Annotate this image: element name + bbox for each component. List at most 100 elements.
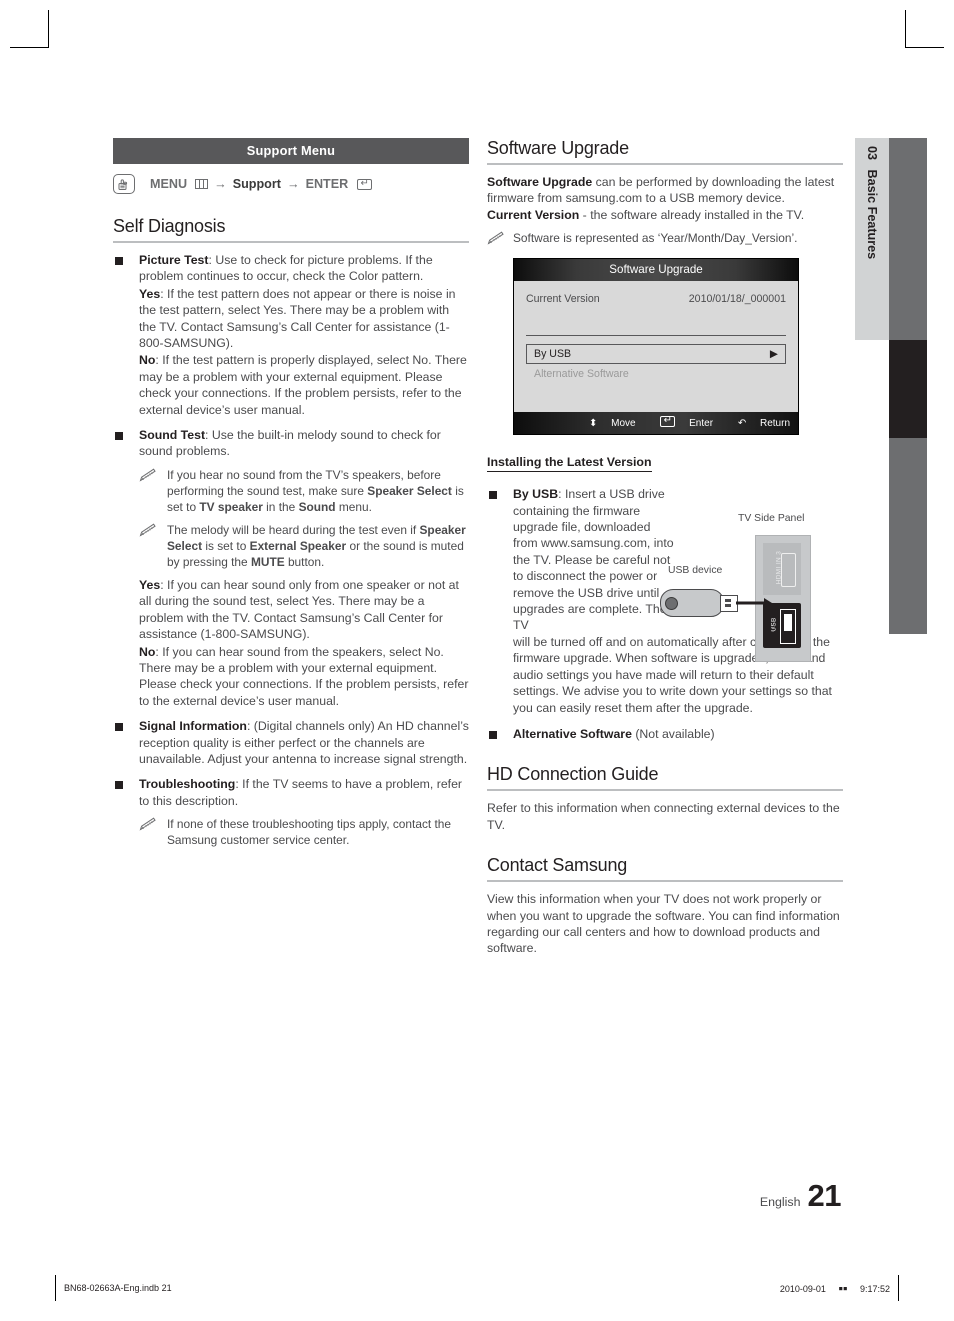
troubleshooting-p1: Troubleshooting: If the TV seems to have…: [139, 777, 463, 808]
print-footer-date: 2010-09-01: [779, 1283, 826, 1294]
chapter-tab: 03 Basic Features: [855, 138, 889, 340]
usb-connection-diagram: TV Side Panel HDMI IN 3 USB ⋮ USB device: [650, 513, 850, 678]
crop-mark-top-left: [48, 10, 49, 48]
pencil-note-icon: [487, 231, 505, 245]
osd-item-by-usb[interactable]: By USB ▶: [526, 344, 786, 365]
picture-test-p1: Picture Test: Use to check for picture p…: [139, 253, 433, 284]
usb-drive-body: [660, 589, 724, 617]
support-label: Support: [232, 177, 281, 191]
tv-side-panel-label: TV Side Panel: [738, 513, 805, 524]
list-item-signal-information: Signal Information: (Digital channels on…: [113, 718, 469, 767]
sound-test-yes: Yes: If you can hear sound only from one…: [139, 577, 459, 642]
list-item-picture-test: Picture Test: Use to check for picture p…: [113, 252, 469, 418]
osd-current-version-row: Current Version 2010/01/18/_000001: [526, 293, 786, 335]
print-footer-marker: ￭￭: [838, 1283, 848, 1294]
print-footer-time: 9:17:52: [859, 1283, 890, 1294]
return-arrow-icon: ↶: [737, 418, 747, 430]
print-footer-file: BN68-02663A-Eng.indb 21: [64, 1283, 172, 1293]
sound-test-no: No: If you can hear sound from the speak…: [139, 644, 469, 708]
remote-button-icon: [113, 174, 135, 194]
chapter-bar-lower: [889, 438, 927, 634]
osd-footer-hints: ⬍ Move Enter ↶ Return: [514, 412, 798, 435]
page-footer: English 21: [759, 1178, 842, 1214]
list-item-troubleshooting: Troubleshooting: If the TV seems to have…: [113, 776, 469, 848]
print-footer-timestamp: 2010-09-01 ￭￭ 9:17:52: [770, 1282, 890, 1295]
osd-software-upgrade-screen: Software Upgrade Current Version 2010/01…: [513, 258, 799, 436]
note-text: The melody will be heard during the test…: [167, 522, 466, 569]
crop-mark-top-right: [905, 10, 906, 48]
heading-rule: [487, 163, 843, 165]
print-footer: BN68-02663A-Eng.indb 21 2010-09-01 ￭￭ 9:…: [55, 1275, 899, 1301]
usb-device-label: USB device: [668, 565, 723, 576]
heading-rule: [487, 789, 843, 792]
manual-page: Support Menu MENU → Support → ENTER Self…: [0, 0, 954, 1321]
hd-connection-text: Refer to this information when connectin…: [487, 801, 840, 832]
heading-rule: [487, 880, 843, 883]
enter-key-icon: [357, 178, 373, 190]
hdmi-port-opening: [781, 553, 796, 587]
signal-information-p1: Signal Information: (Digital channels on…: [139, 719, 469, 766]
usb-port-block: USB ⋮: [763, 603, 801, 648]
osd-body: Current Version 2010/01/18/_000001 By US…: [514, 281, 798, 413]
pencil-note-icon: [139, 523, 157, 537]
osd-current-version-label: Current Version: [526, 293, 600, 306]
enter-label: ENTER: [305, 177, 349, 191]
picture-test-yes: Yes: If the test pattern does not appear…: [139, 286, 456, 351]
support-menu-bar: Support Menu: [113, 138, 469, 164]
page-number: 21: [807, 1178, 842, 1213]
menu-navigation-path: MENU → Support → ENTER: [113, 174, 469, 194]
section-heading-contact-samsung: Contact Samsung: [487, 855, 628, 876]
chapter-title: Basic Features: [865, 169, 879, 260]
list-item-alternative-software: Alternative Software (Not available): [487, 726, 843, 742]
section-heading-self-diagnosis: Self Diagnosis: [113, 216, 226, 236]
insertion-arrow-icon: [736, 598, 772, 608]
pencil-note-icon: [139, 468, 157, 482]
note-text: Software is represented as ‘Year/Month/D…: [513, 231, 798, 246]
chapter-number: 03: [865, 146, 879, 161]
pencil-note-icon: [139, 817, 157, 831]
heading-rule: [113, 241, 469, 243]
menu-grid-icon: [195, 179, 209, 189]
current-version-desc: Current Version - the software already i…: [487, 207, 805, 222]
osd-hint-move: ⬍ Move: [588, 418, 636, 430]
osd-current-version-value: 2010/01/18/_000001: [688, 293, 786, 306]
osd-separator: [526, 335, 786, 337]
usb-drive-cap-hole: [665, 597, 678, 610]
list-item-sound-test: Sound Test: Use the built-in melody soun…: [113, 427, 469, 709]
hdmi-port-block: HDMI IN 3: [763, 543, 801, 595]
crop-mark-right-top: [906, 47, 944, 48]
section-heading-hd-connection-guide: HD Connection Guide: [487, 764, 659, 785]
note-troubleshooting-tips: If none of these troubleshooting tips ap…: [139, 816, 469, 848]
enter-key-icon: [660, 416, 676, 428]
chapter-tab-text: 03 Basic Features: [855, 138, 889, 340]
chevron-right-icon: ▶: [769, 348, 778, 361]
section-heading-software-upgrade: Software Upgrade: [487, 138, 629, 158]
usb-port-opening: [780, 609, 796, 644]
note-melody: The melody will be heard during the test…: [139, 522, 469, 570]
crop-mark-left-top: [10, 47, 48, 48]
sound-test-p1: Sound Test: Use the built-in melody soun…: [139, 428, 441, 459]
usb-trident-icon: ⋮: [769, 624, 777, 633]
subheading-installing-latest-version: Installing the Latest Version: [487, 455, 652, 473]
menu-label: MENU: [150, 177, 188, 191]
picture-test-no: No: If the test pattern is properly disp…: [139, 353, 467, 417]
osd-hint-return: ↶ Return: [737, 418, 790, 430]
note-speaker-select: If you hear no sound from the TV’s speak…: [139, 467, 469, 515]
note-version-format: Software is represented as ‘Year/Month/D…: [487, 230, 843, 246]
language-label: English: [759, 1195, 801, 1209]
alternative-software-text: Alternative Software (Not available): [513, 726, 715, 741]
note-text: If you hear no sound from the TV’s speak…: [167, 467, 464, 514]
osd-title: Software Upgrade: [514, 259, 798, 282]
chapter-bar-upper: [889, 138, 927, 340]
osd-item-by-usb-label: By USB: [534, 348, 572, 361]
osd-hint-enter: Enter: [649, 416, 713, 429]
path-arrow-1: →: [214, 177, 227, 191]
path-arrow-2: →: [286, 177, 300, 191]
contact-samsung-text: View this information when your TV does …: [487, 892, 840, 956]
note-text: If none of these troubleshooting tips ap…: [167, 817, 452, 848]
osd-item-alternative-software[interactable]: Alternative Software: [526, 364, 786, 406]
software-upgrade-intro: Software Upgrade can be performed by dow…: [487, 175, 835, 206]
chapter-bar-active: [889, 340, 927, 438]
updown-arrows-icon: ⬍: [588, 418, 598, 430]
left-column: Support Menu MENU → Support → ENTER Self…: [113, 138, 469, 848]
